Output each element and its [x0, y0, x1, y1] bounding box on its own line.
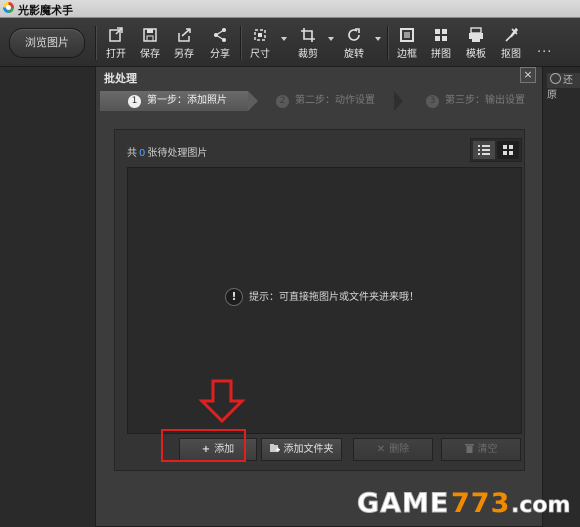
delete-icon: ✕: [376, 444, 386, 455]
svg-text:.com: .com: [511, 493, 570, 518]
more-icon[interactable]: ···: [537, 45, 552, 60]
resize-dropdown-icon[interactable]: [281, 37, 287, 41]
resize-button[interactable]: 尺寸: [243, 21, 277, 63]
crop-button[interactable]: 裁剪: [291, 21, 325, 63]
save-as-label: 另存: [174, 49, 194, 60]
image-drop-area[interactable]: ! 提示：可直接拖图片或文件夹进来哦！: [127, 167, 522, 434]
step-number: 2: [276, 95, 289, 108]
rotate-button[interactable]: 旋转: [337, 21, 371, 63]
close-icon[interactable]: ×: [520, 67, 536, 83]
view-toggle: [470, 138, 522, 162]
annotation-arrow-icon: [198, 379, 246, 423]
list-view-icon: [478, 145, 490, 155]
rotate-icon: [348, 28, 360, 41]
grid-view-button[interactable]: [497, 141, 519, 159]
add-folder-button[interactable]: 添加文件夹: [261, 438, 342, 461]
border-button[interactable]: 边框: [390, 21, 424, 63]
app-logo-icon: [3, 2, 14, 13]
step-label: 第二步：动作设置: [295, 95, 375, 106]
hint-text: 提示：可直接拖图片或文件夹进来哦！: [249, 292, 419, 303]
cutout-icon: [505, 27, 519, 42]
clear-label: 清空: [477, 444, 498, 455]
pending-count: 共 0 张待处理图片: [127, 144, 207, 159]
rotate-label: 旋转: [344, 49, 364, 60]
save-as-icon: [178, 28, 191, 42]
step-number: 1: [128, 95, 141, 108]
crop-label: 裁剪: [298, 49, 318, 60]
app-title: 光影魔术手: [18, 4, 73, 17]
save-icon: [143, 28, 157, 42]
drop-hint: ! 提示：可直接拖图片或文件夹进来哦！: [225, 288, 419, 306]
step-1[interactable]: 1 第一步：添加照片: [100, 91, 258, 111]
photo-panel: 共 0 张待处理图片 ! 提示：可直接拖图片或文件夹进来哦！ + 添加 添加文件夹 ✕ 删…: [114, 129, 525, 471]
collage-label: 拼图: [431, 49, 451, 60]
clear-button[interactable]: 清空: [441, 438, 521, 461]
count-value: 0: [139, 148, 146, 159]
count-suffix: 张待处理图片: [147, 148, 208, 159]
step-label: 第三步：输出设置: [445, 95, 525, 106]
delete-label: 删除: [389, 444, 410, 455]
add-folder-label: 添加文件夹: [283, 444, 334, 455]
resize-label: 尺寸: [250, 49, 270, 60]
save-as-button[interactable]: 另存: [167, 21, 201, 63]
toolbar-divider: [387, 26, 388, 60]
step-3[interactable]: 3 第三步：输出设置: [398, 91, 537, 111]
info-icon: !: [225, 288, 243, 306]
resize-icon: [254, 29, 266, 41]
collage-icon: [435, 29, 447, 41]
toolbar-divider: [95, 26, 96, 60]
trash-icon: [464, 444, 474, 453]
count-prefix: 共: [127, 148, 137, 159]
border-label: 边框: [397, 49, 417, 60]
restore-button[interactable]: 还原: [547, 73, 580, 101]
share-button[interactable]: 分享: [203, 21, 237, 63]
step-number: 3: [426, 95, 439, 108]
folder-add-icon: [269, 444, 280, 452]
main-toolbar: 浏览图片 打开 保存 另存 分享 尺寸 裁剪 旋转 边框 拼图 模板 抠图 ··…: [0, 18, 580, 67]
crop-dropdown-icon[interactable]: [328, 37, 334, 41]
toolbar-divider: [240, 26, 241, 60]
grid-view-icon: [503, 145, 513, 155]
delete-button[interactable]: ✕ 删除: [353, 438, 433, 461]
list-view-button[interactable]: [473, 141, 495, 159]
watermark-logo: GAME 773 .com: [357, 488, 571, 520]
save-label: 保存: [140, 49, 160, 60]
template-button[interactable]: 模板: [459, 21, 493, 63]
browse-images-button[interactable]: 浏览图片: [9, 28, 85, 58]
crop-icon: [301, 28, 315, 42]
border-icon: [400, 28, 414, 42]
template-icon: [469, 27, 483, 42]
open-icon: [109, 27, 123, 42]
annotation-highlight: [161, 429, 246, 462]
svg-text:GAME: GAME: [357, 488, 449, 519]
rotate-dropdown-icon[interactable]: [375, 37, 381, 41]
step-bar: 1 第一步：添加照片 2 第二步：动作设置 3 第三步：输出设置: [100, 91, 537, 111]
collage-button[interactable]: 拼图: [424, 21, 458, 63]
share-icon: [214, 28, 226, 42]
dialog-title: 批处理: [104, 72, 137, 85]
step-label: 第一步：添加照片: [147, 95, 227, 106]
cutout-button[interactable]: 抠图: [494, 21, 528, 63]
svg-text:773: 773: [451, 488, 510, 519]
window-title-bar: 光影魔术手: [0, 0, 580, 18]
cutout-label: 抠图: [501, 49, 521, 60]
open-button[interactable]: 打开: [99, 21, 133, 63]
share-label: 分享: [210, 49, 230, 60]
template-label: 模板: [466, 49, 486, 60]
step-2[interactable]: 2 第二步：动作设置: [248, 91, 394, 111]
save-button[interactable]: 保存: [133, 21, 167, 63]
restore-icon: [550, 73, 561, 84]
open-label: 打开: [106, 49, 126, 60]
